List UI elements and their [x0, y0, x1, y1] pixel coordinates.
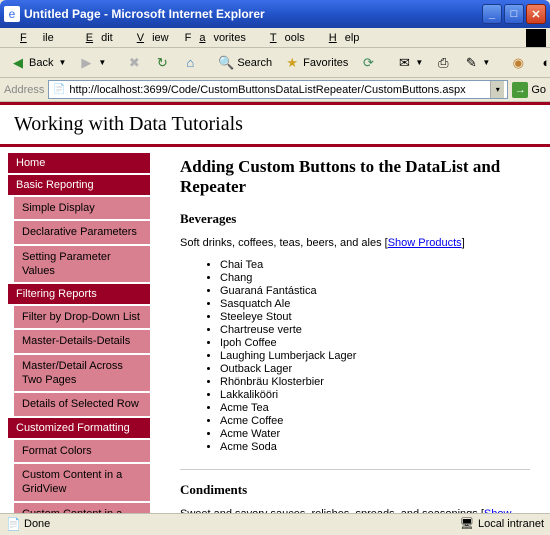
sidebar-item-4[interactable]: Setting Parameter Values	[14, 246, 150, 283]
sidebar-item-8[interactable]: Master/Detail Across Two Pages	[14, 355, 150, 392]
print-icon: ⎙	[435, 55, 451, 71]
status-bar: 📄 Done 🖥 Local intranet	[0, 513, 550, 533]
edit-button[interactable]: ✎▼	[459, 53, 494, 73]
menu-help[interactable]: Help	[313, 30, 368, 46]
maximize-button[interactable]: □	[504, 4, 524, 24]
ie-throbber-icon	[526, 29, 546, 47]
star-icon: ★	[284, 55, 300, 71]
search-button[interactable]: 🔍Search	[214, 53, 276, 73]
sidebar-item-2[interactable]: Simple Display	[14, 197, 150, 219]
list-item: Acme Coffee	[220, 415, 530, 427]
address-label: Address	[4, 84, 44, 96]
back-icon: ◀	[10, 55, 26, 71]
sidebar-item-7[interactable]: Master-Details-Details	[14, 330, 150, 352]
window-titlebar: e Untitled Page - Microsoft Internet Exp…	[0, 0, 550, 28]
address-input[interactable]: 📄 http://localhost:3699/Code/CustomButto…	[48, 80, 508, 99]
lock-icon: ◐	[538, 55, 550, 71]
list-item: Sasquatch Ale	[220, 298, 530, 310]
sidebar-item-5[interactable]: Filtering Reports	[8, 284, 150, 304]
security-zone: 🖥 Local intranet	[460, 517, 544, 530]
section-desc: Sweet and savory sauces, relishes, sprea…	[180, 508, 530, 513]
menu-favorites[interactable]: Favorites	[177, 30, 254, 46]
divider	[180, 469, 530, 470]
sidebar: HomeBasic ReportingSimple DisplayDeclara…	[0, 147, 150, 513]
intranet-icon: 🖥	[460, 517, 474, 530]
menu-view[interactable]: View	[121, 30, 177, 46]
forward-button[interactable]: ▶▼	[74, 53, 110, 73]
history-icon: ⟳	[360, 55, 376, 71]
page-viewport: Working with Data Tutorials HomeBasic Re…	[0, 102, 550, 513]
edit-icon: ✎	[463, 55, 479, 71]
favorites-button[interactable]: ★Favorites	[280, 53, 352, 73]
sidebar-item-13[interactable]: Custom Content in a DetailsView	[14, 503, 150, 513]
history-button[interactable]: ⟳	[356, 53, 380, 73]
sidebar-item-6[interactable]: Filter by Drop-Down List	[14, 306, 150, 328]
search-icon: 🔍	[218, 55, 234, 71]
toolbar: ◀Back▼ ▶▼ ✖ ↻ ⌂ 🔍Search ★Favorites ⟳ ✉▼ …	[0, 48, 550, 78]
sidebar-item-10[interactable]: Customized Formatting	[8, 418, 150, 438]
mail-icon: ✉	[396, 55, 412, 71]
status-text: Done	[24, 518, 50, 530]
minimize-button[interactable]: _	[482, 4, 502, 24]
list-item: Acme Tea	[220, 402, 530, 414]
ie-icon: e	[4, 6, 20, 22]
address-url: http://localhost:3699/Code/CustomButtons…	[69, 84, 465, 96]
page-icon: 📄	[52, 83, 66, 97]
list-item: Chang	[220, 272, 530, 284]
address-dropdown[interactable]: ▾	[490, 81, 504, 98]
home-icon: ⌂	[182, 55, 198, 71]
forward-icon: ▶	[78, 55, 94, 71]
address-bar: Address 📄 http://localhost:3699/Code/Cus…	[0, 78, 550, 102]
refresh-icon: ↻	[154, 55, 170, 71]
go-icon: →	[512, 82, 528, 98]
product-list: Chai TeaChangGuaraná FantásticaSasquatch…	[220, 259, 530, 453]
done-icon: 📄	[6, 517, 20, 531]
list-item: Outback Lager	[220, 363, 530, 375]
list-item: Chartreuse verte	[220, 324, 530, 336]
stop-icon: ✖	[126, 55, 142, 71]
sidebar-item-11[interactable]: Format Colors	[14, 440, 150, 462]
list-item: Guaraná Fantástica	[220, 285, 530, 297]
refresh-button[interactable]: ↻	[150, 53, 174, 73]
sidebar-item-0[interactable]: Home	[8, 153, 150, 173]
page-title: Working with Data Tutorials	[0, 105, 550, 147]
list-item: Chai Tea	[220, 259, 530, 271]
list-item: Acme Soda	[220, 441, 530, 453]
menu-file[interactable]: File	[4, 30, 70, 46]
mail-button[interactable]: ✉▼	[392, 53, 427, 73]
back-button[interactable]: ◀Back▼	[6, 53, 70, 73]
sidebar-item-12[interactable]: Custom Content in a GridView	[14, 464, 150, 501]
content-area: Adding Custom Buttons to the DataList an…	[150, 147, 550, 513]
list-item: Steeleye Stout	[220, 311, 530, 323]
sidebar-item-9[interactable]: Details of Selected Row	[14, 393, 150, 415]
globe-icon: ◉	[510, 55, 526, 71]
section-heading: Beverages	[180, 211, 530, 227]
stop-button[interactable]: ✖	[122, 53, 146, 73]
list-item: Laughing Lumberjack Lager	[220, 350, 530, 362]
menu-tools[interactable]: Tools	[254, 30, 313, 46]
list-item: Rhönbräu Klosterbier	[220, 376, 530, 388]
extra-button-1[interactable]: ◉	[506, 53, 530, 73]
sidebar-item-3[interactable]: Declarative Parameters	[14, 221, 150, 243]
section-heading: Condiments	[180, 482, 530, 498]
window-title: Untitled Page - Microsoft Internet Explo…	[24, 7, 480, 21]
content-title: Adding Custom Buttons to the DataList an…	[180, 157, 530, 197]
extra-button-2[interactable]: ◐	[534, 53, 550, 73]
list-item: Lakkalikööri	[220, 389, 530, 401]
menu-edit[interactable]: Edit	[70, 30, 121, 46]
close-button[interactable]: ✕	[526, 4, 546, 24]
section-desc: Soft drinks, coffees, teas, beers, and a…	[180, 237, 530, 249]
sidebar-item-1[interactable]: Basic Reporting	[8, 175, 150, 195]
menu-bar: File Edit View Favorites Tools Help	[0, 28, 550, 48]
list-item: Ipoh Coffee	[220, 337, 530, 349]
print-button[interactable]: ⎙	[431, 53, 455, 73]
show-products-link[interactable]: Show Products	[388, 237, 462, 249]
list-item: Acme Water	[220, 428, 530, 440]
zone-text: Local intranet	[478, 518, 544, 530]
show-products-link[interactable]: Show Products	[180, 508, 511, 513]
home-button[interactable]: ⌂	[178, 53, 202, 73]
go-button[interactable]: →Go	[512, 82, 546, 98]
